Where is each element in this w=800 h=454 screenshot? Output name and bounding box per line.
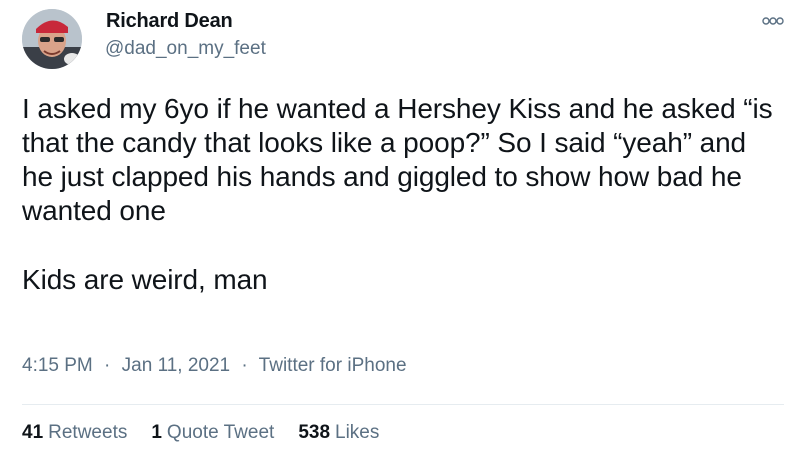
avatar[interactable] — [22, 9, 82, 69]
retweets-stat[interactable]: 41 Retweets — [22, 422, 127, 444]
tweet-paragraph-1: I asked my 6yo if he wanted a Hershey Ki… — [22, 93, 773, 227]
retweets-label: Retweets — [48, 422, 128, 443]
author-name[interactable]: Richard Dean — [106, 10, 233, 33]
divider — [22, 404, 784, 405]
avatar-photo-icon — [22, 9, 82, 69]
likes-stat[interactable]: 538 Likes — [298, 422, 379, 444]
retweets-count: 41 — [22, 422, 44, 443]
quotes-count: 1 — [151, 422, 162, 443]
tweet-stats: 41 Retweets 1 Quote Tweet 538 Likes — [22, 422, 379, 444]
author-handle[interactable]: @dad_on_my_feet — [105, 38, 266, 60]
likes-label: Likes — [335, 422, 380, 443]
tweet-source[interactable]: Twitter for iPhone — [259, 355, 407, 376]
tweet-date[interactable]: Jan 11, 2021 — [122, 355, 230, 376]
likes-count: 538 — [298, 422, 331, 443]
tweet-time[interactable]: 4:15 PM — [22, 355, 93, 376]
tweet-metadata: 4:15 PM · Jan 11, 2021 · Twitter for iPh… — [22, 355, 407, 377]
tweet-text: I asked my 6yo if he wanted a Hershey Ki… — [22, 92, 782, 297]
more-options-icon[interactable] — [762, 14, 784, 26]
quotes-label: Quote Tweet — [166, 422, 275, 443]
tweet-paragraph-2: Kids are weird, man — [22, 263, 268, 295]
meta-separator: · — [104, 355, 111, 376]
tweet-card: Richard Dean @dad_on_my_feet I asked my … — [0, 0, 800, 454]
meta-separator: · — [241, 355, 248, 376]
quote-tweets-stat[interactable]: 1 Quote Tweet — [151, 422, 274, 444]
